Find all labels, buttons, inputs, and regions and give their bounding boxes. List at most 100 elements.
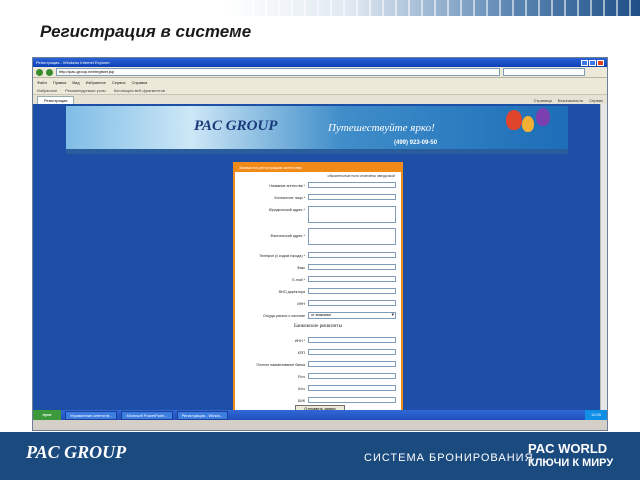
address-bar: http://pac-group.net/register.jsp [33, 67, 607, 78]
favorites-link-suggested[interactable]: Рекомендуемые узлы [65, 88, 105, 93]
banner-phone: (499) 923-09-50 [394, 140, 438, 146]
banner-logo: PAC GROUP [194, 118, 278, 134]
field-label: Фактический адрес * [270, 234, 305, 238]
registration-form: Заявка на регистрацию агентства обязател… [233, 162, 403, 416]
balloon-icon [536, 108, 550, 126]
balloon-icon [506, 110, 522, 130]
footer-tagline: КЛЮЧИ К МИРУ [528, 457, 614, 469]
field-row: ФИО директора [235, 288, 401, 296]
field-label: К/сч [298, 387, 305, 391]
field-row: Р/сч [235, 373, 401, 381]
taskbar-item[interactable]: Регистрация - Windo... [176, 410, 229, 420]
slide-title: Регистрация в системе [40, 22, 252, 41]
field-row: КПП [235, 349, 401, 357]
field-label: БИК [297, 399, 305, 403]
site-banner: PAC GROUP Путешествуйте ярко! (499) 923-… [66, 106, 568, 154]
bank-name-input[interactable] [308, 361, 396, 367]
field-label: Юридический адрес * [268, 208, 305, 212]
top-decoration [0, 0, 640, 16]
field-row: Фактический адрес * [235, 228, 401, 245]
field-label: ИНН * [294, 339, 305, 343]
window-controls [581, 59, 604, 66]
actual-address-textarea[interactable] [308, 228, 396, 245]
director-name-input[interactable] [308, 288, 396, 294]
field-label: Контактное лицо * [274, 196, 305, 200]
balloon-icon [522, 116, 534, 132]
required-note: обязательные поля отмечены звездочкой [327, 174, 395, 178]
search-input[interactable] [503, 68, 585, 76]
field-row: Название агентства * [235, 182, 401, 190]
page-menu[interactable]: Страница [534, 98, 552, 103]
url-input[interactable]: http://pac-group.net/register.jsp [56, 68, 500, 76]
favorites-link-slices[interactable]: Коллекция веб-фрагментов [114, 88, 165, 93]
taskbar-item[interactable]: Microsoft PowerPoint... [121, 410, 173, 420]
phone-input[interactable] [308, 252, 396, 258]
favorites-bar: Избранное Рекомендуемые узлы Коллекция в… [33, 86, 607, 95]
back-icon[interactable] [36, 68, 43, 76]
field-row: Полное наименование банка [235, 361, 401, 369]
field-row: E-mail * [235, 276, 401, 284]
taskbar: пуск Управление агентств... Microsoft Po… [33, 410, 607, 420]
favorites-button[interactable]: Избранное [37, 88, 57, 93]
field-row: Откуда узнали о системе от знакомых [235, 312, 401, 320]
footer-logo: PAC GROUP [26, 442, 127, 462]
field-row: Контактное лицо * [235, 194, 401, 202]
banner-slogan: Путешествуйте ярко! [328, 122, 435, 134]
menu-item-help[interactable]: Справка [132, 80, 148, 85]
menu-item-file[interactable]: Файл [37, 80, 47, 85]
contact-person-input[interactable] [308, 194, 396, 200]
email-input[interactable] [308, 276, 396, 282]
taskbar-clock: 12:00 [584, 410, 607, 420]
field-label: Название агентства * [269, 184, 305, 188]
inn-input[interactable] [308, 300, 396, 306]
tools-menu[interactable]: Сервис [589, 98, 603, 103]
field-label: Телефон (с кодом города) * [259, 254, 305, 258]
command-bar: Страница Безопасность Сервис [534, 98, 603, 103]
menu-item-view[interactable]: Вид [72, 80, 79, 85]
field-label: Откуда узнали о системе [262, 314, 305, 318]
kpp-input[interactable] [308, 349, 396, 355]
footer-system-label: СИСТЕМА БРОНИРОВАНИЯ [364, 452, 534, 464]
window-title: Регистрация - Windows Internet Explorer [36, 60, 110, 65]
field-row: Факс [235, 264, 401, 272]
form-header: Заявка на регистрацию агентства [235, 164, 401, 172]
bank-inn-input[interactable] [308, 337, 396, 343]
field-label: Р/сч [297, 375, 305, 379]
corr-account-input[interactable] [308, 385, 396, 391]
referral-select[interactable]: от знакомых [308, 312, 396, 319]
maximize-button[interactable] [589, 59, 596, 66]
start-button[interactable]: пуск [33, 410, 61, 420]
field-label: Полное наименование банка [256, 363, 306, 367]
bik-input[interactable] [308, 397, 396, 403]
footer-brand: PAC WORLD [528, 441, 608, 456]
account-input[interactable] [308, 373, 396, 379]
slide-footer: PAC GROUP СИСТЕМА БРОНИРОВАНИЯ PAC WORLD… [0, 432, 640, 480]
field-label: ИНН [297, 302, 305, 306]
binary-pattern [220, 0, 640, 16]
field-row: ИНН [235, 300, 401, 308]
menu-item-favorites[interactable]: Избранное [86, 80, 106, 85]
legal-address-textarea[interactable] [308, 206, 396, 223]
field-row: Телефон (с кодом города) * [235, 252, 401, 260]
fax-input[interactable] [308, 264, 396, 270]
minimize-button[interactable] [581, 59, 588, 66]
vertical-scrollbar[interactable] [600, 104, 607, 420]
taskbar-item[interactable]: Управление агентств... [65, 410, 118, 420]
safety-menu[interactable]: Безопасность [558, 98, 584, 103]
page-viewport: PAC GROUP Путешествуйте ярко! (499) 923-… [33, 104, 607, 420]
field-label: КПП [297, 351, 305, 355]
field-label: Факс [296, 266, 305, 270]
menu-item-tools[interactable]: Сервис [112, 80, 126, 85]
forward-icon[interactable] [46, 68, 53, 76]
field-row: К/сч [235, 385, 401, 393]
field-label: ФИО директора [278, 290, 305, 294]
agency-name-input[interactable] [308, 182, 396, 188]
field-row: ИНН * [235, 337, 401, 345]
window-titlebar: Регистрация - Windows Internet Explorer [33, 58, 607, 67]
browser-window: Регистрация - Windows Internet Explorer … [32, 57, 608, 431]
close-button[interactable] [597, 59, 604, 66]
bank-details-heading: Банковские реквизиты [294, 324, 342, 329]
menu-bar: Файл Правка Вид Избранное Сервис Справка [33, 78, 607, 86]
menu-item-edit[interactable]: Правка [53, 80, 67, 85]
field-row: Юридический адрес * [235, 206, 401, 223]
